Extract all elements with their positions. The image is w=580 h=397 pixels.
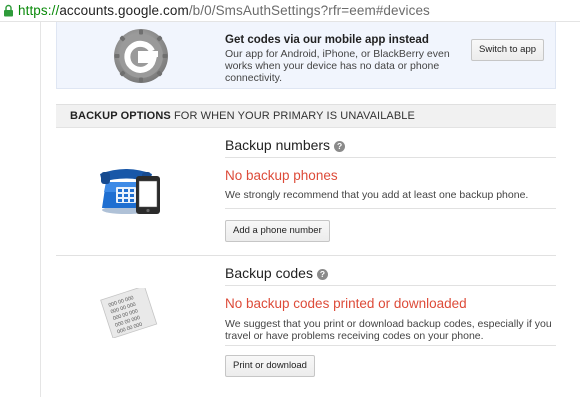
url-host: accounts.google.com <box>59 3 189 18</box>
add-phone-number-button[interactable]: Add a phone number <box>225 220 330 242</box>
promo-title: Get codes via our mobile app instead <box>225 34 429 46</box>
divider <box>225 345 556 346</box>
divider <box>225 157 556 158</box>
left-divider <box>40 22 41 397</box>
backup-numbers-title: Backup numbers? <box>225 137 346 153</box>
address-bar[interactable]: https://accounts.google.com/b/0/SmsAuthS… <box>0 0 580 22</box>
section-header-text: BACKUP OPTIONS FOR WHEN YOUR PRIMARY IS … <box>70 110 415 122</box>
url-scheme: https:// <box>18 3 60 18</box>
mobile-app-promo: Get codes via our mobile app instead Our… <box>56 22 556 89</box>
backup-codes-status: No backup codes printed or downloaded <box>225 296 467 311</box>
backup-codes-title: Backup codes? <box>225 265 328 281</box>
backup-numbers-title-text: Backup numbers <box>225 137 331 153</box>
promo-description: Our app for Android, iPhone, or BlackBer… <box>225 48 450 84</box>
divider <box>225 208 556 209</box>
phone-icon <box>100 169 160 214</box>
backup-numbers-description: We strongly recommend that you add at le… <box>225 189 529 201</box>
backup-codes-title-text: Backup codes <box>225 265 313 281</box>
help-icon[interactable]: ? <box>316 269 328 280</box>
section-header-rest: FOR WHEN YOUR PRIMARY IS UNAVAILABLE <box>170 110 415 122</box>
google-authenticator-icon <box>114 29 168 83</box>
section-header-bold: BACKUP OPTIONS <box>70 110 171 122</box>
backup-codes-description: We suggest that you print or download ba… <box>225 318 552 342</box>
url-path: /b/0/SmsAuthSettings?rfr=eem#devices <box>188 3 430 18</box>
switch-to-app-button[interactable]: Switch to app <box>471 39 545 61</box>
backup-numbers-status: No backup phones <box>225 168 338 183</box>
divider <box>225 285 556 286</box>
print-or-download-button[interactable]: Print or download <box>225 355 315 377</box>
section-divider <box>56 255 556 256</box>
codes-paper-icon: 000 00 000 000 00 000 000 00 000 000 00 … <box>100 288 158 338</box>
lock-icon <box>4 4 13 17</box>
backup-options-header: BACKUP OPTIONS FOR WHEN YOUR PRIMARY IS … <box>56 104 556 128</box>
help-icon[interactable]: ? <box>334 141 346 152</box>
url-text[interactable]: https://accounts.google.com/b/0/SmsAuthS… <box>18 3 430 18</box>
